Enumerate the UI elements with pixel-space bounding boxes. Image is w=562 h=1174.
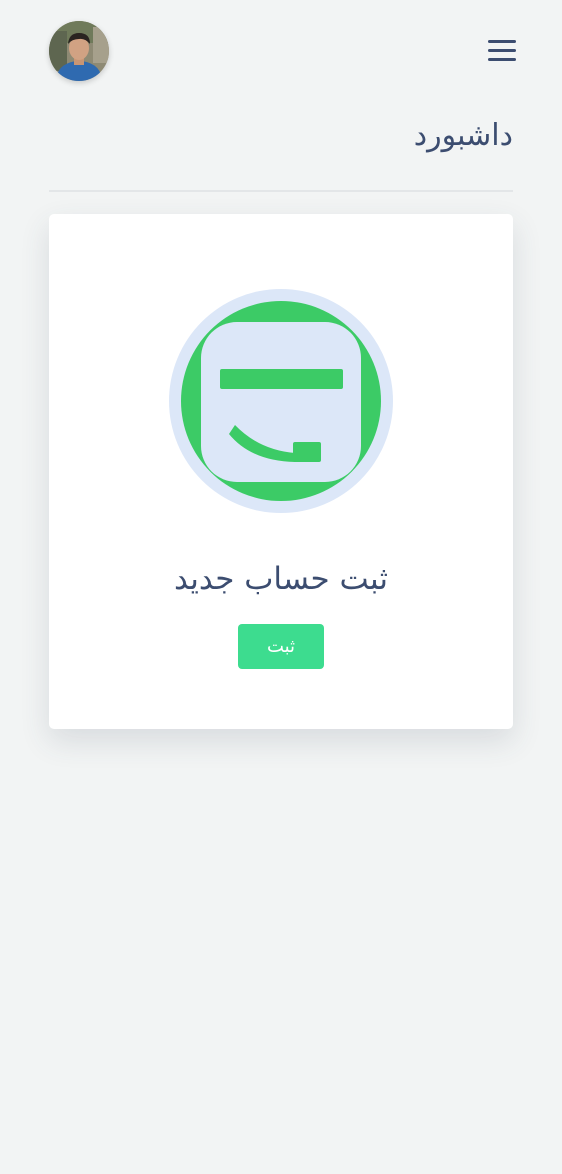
submit-button[interactable]: ثبت xyxy=(238,624,324,669)
hamburger-menu-button[interactable] xyxy=(486,36,518,66)
dashboard-page: داشبورد ثبت حساب جدید ثبت xyxy=(0,0,562,1174)
card-title: ثبت حساب جدید xyxy=(174,561,388,597)
avatar-photo-icon xyxy=(49,21,109,81)
page-title: داشبورد xyxy=(413,118,513,153)
new-account-card: ثبت حساب جدید ثبت xyxy=(49,214,513,729)
hamburger-menu-icon xyxy=(488,40,516,61)
user-avatar[interactable] xyxy=(49,21,109,81)
header-divider xyxy=(49,190,513,192)
app-logo-icon xyxy=(169,289,393,513)
